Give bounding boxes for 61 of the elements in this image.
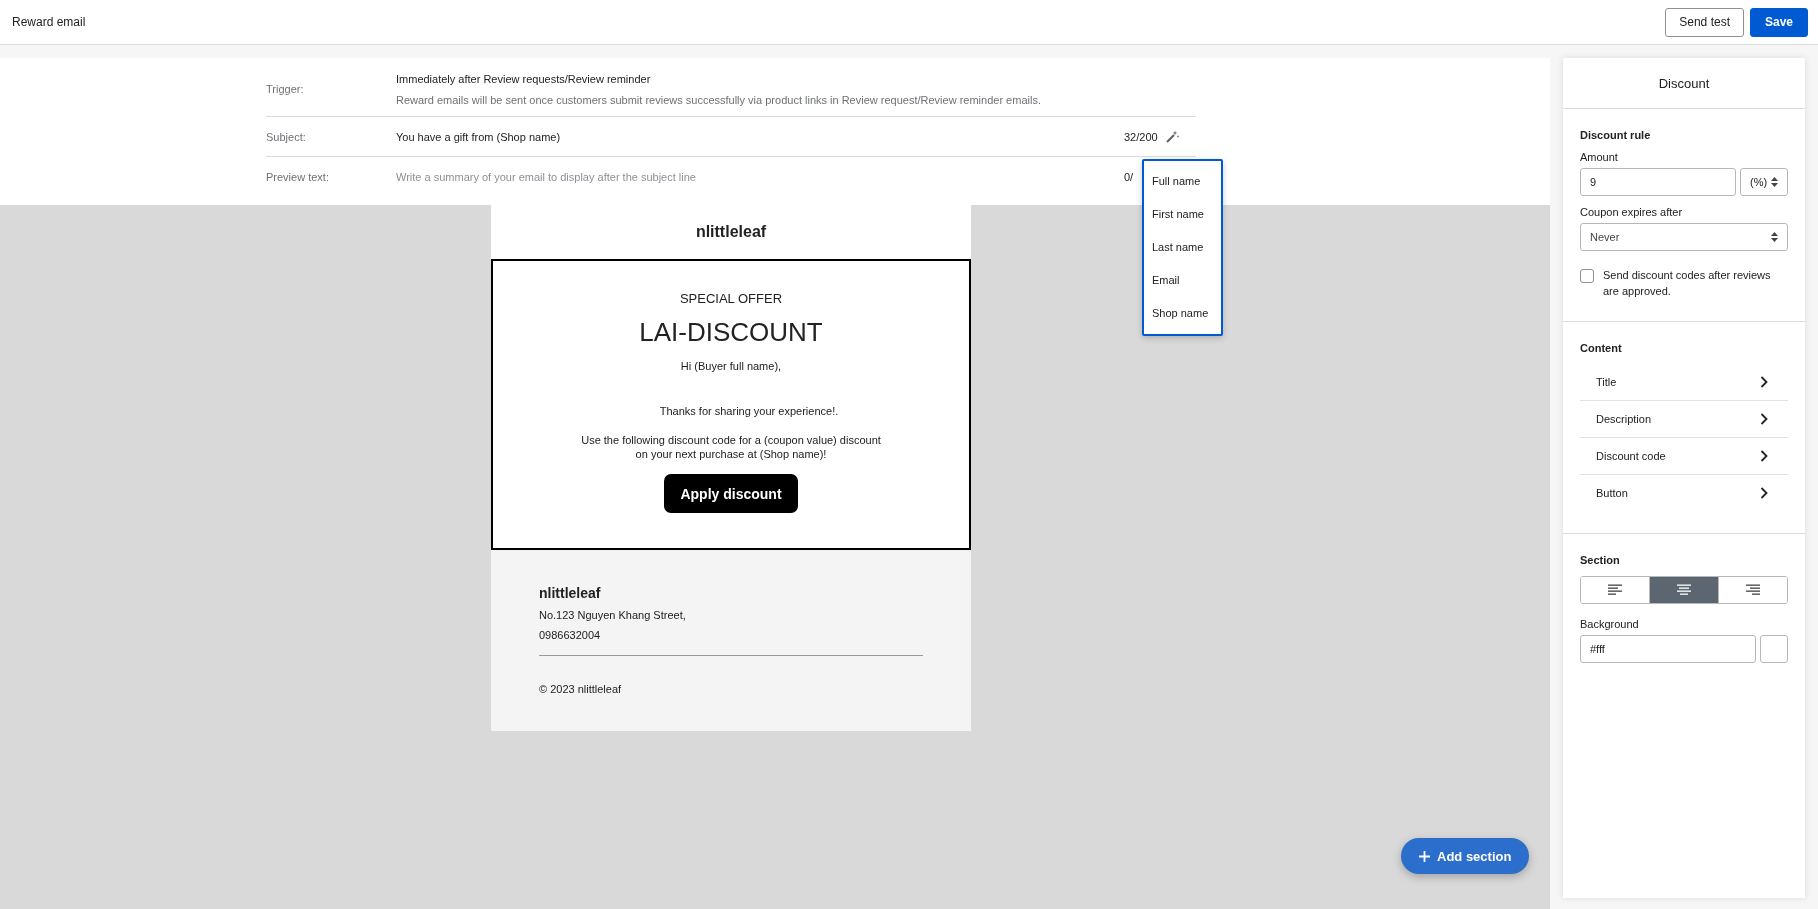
greeting-text: Hi (Buyer full name), [680,360,782,372]
sidebar-title: Discount [1563,58,1805,109]
trigger-value: Immediately after Review requests/Review reminder [396,72,652,85]
chevron-right-icon [1760,487,1768,499]
discount-block[interactable]: SPECIAL OFFER LAI-DISCOUNT Hi (Buyer full name), Thanks for sharing your experience!. Use the following discount code for a (coupon value) discount on your next purchase at (Shop name)! Apply discount [491,259,971,550]
email-brand: nlittleleaf [694,222,768,242]
field-label: Preview text: [266,170,330,183]
footer-phone: 0986632004 [539,629,602,641]
subject-field[interactable]: You have a gift from (Shop name) [396,130,1124,143]
amount-field[interactable]: 9 [1580,168,1736,196]
dropdown-item[interactable]: Last name [1144,231,1221,264]
trigger-note: Reward emails will be sent once customers submit reviews successfully via product links in Review request/Review reminder emails. [396,93,1041,106]
alignment-button[interactable] [1718,577,1787,603]
field-label: Background [1580,618,1640,630]
page-title: Reward email [12,15,86,29]
checkbox[interactable] [1580,269,1594,283]
dropdown-item[interactable]: Email [1144,264,1221,297]
discount-code: LAI-DISCOUNT [639,317,823,348]
footer-shop-name: nlittleleaf [539,585,602,601]
body-text: Use the following discount code for a (coupon value) discount on your next purchase at (Shop name)! [581,433,881,461]
content-item[interactable]: Button [1580,475,1788,511]
field-label: Amount [1580,151,1619,163]
footer-address: No.123 Nguyen Khang Street, [539,609,687,621]
chevron-right-icon [1760,450,1768,462]
character-counter: 0/ [1124,170,1134,183]
align-right-icon [1746,584,1760,596]
character-counter: 32/200 [1124,130,1158,143]
sort-icon [1771,177,1778,187]
content-item[interactable]: Title [1580,364,1788,401]
magic-wand-icon[interactable] [1166,130,1179,143]
add-section-button[interactable]: Add section [1401,838,1530,874]
apply-discount-button[interactable]: Apply discount [664,474,798,513]
field-label: Coupon expires after [1580,206,1684,218]
sort-icon [1771,232,1778,242]
content-item[interactable]: Description [1580,401,1788,438]
dropdown-item[interactable]: First name [1144,198,1221,231]
field-label: Trigger: [266,83,305,95]
dropdown-item[interactable]: Shop name [1144,297,1221,330]
dropdown-item[interactable]: Full name [1144,165,1221,198]
alignment-button[interactable] [1649,577,1718,603]
chevron-right-icon [1760,413,1768,425]
align-center-icon [1677,584,1691,596]
section-heading: Section [1580,554,1621,566]
section-heading: Content [1580,342,1623,354]
footer-copyright: © 2023 nlittleleaf [539,683,623,695]
save-button[interactable]: Save [1749,7,1808,37]
plus-icon [1419,850,1430,862]
checkbox-label: Send discount codes after reviews are approved. [1603,268,1772,299]
offer-eyebrow: SPECIAL OFFER [679,291,783,306]
content-item[interactable]: Discount code [1580,438,1788,475]
unit-select[interactable]: (%) [1740,168,1788,196]
background-color-field[interactable]: #fff [1580,635,1756,663]
align-left-icon [1608,584,1622,596]
expiry-select[interactable]: Never [1580,223,1788,251]
chevron-right-icon [1760,376,1768,388]
thanks-text: Thanks for sharing your experience!. [658,405,839,417]
color-swatch[interactable] [1760,635,1788,663]
section-heading: Discount rule [1580,129,1652,141]
send-test-button[interactable]: Send test [1665,7,1744,37]
preview-text-field[interactable]: Write a summary of your email to display after the subject line [396,170,1124,183]
field-label: Subject: [266,130,307,143]
